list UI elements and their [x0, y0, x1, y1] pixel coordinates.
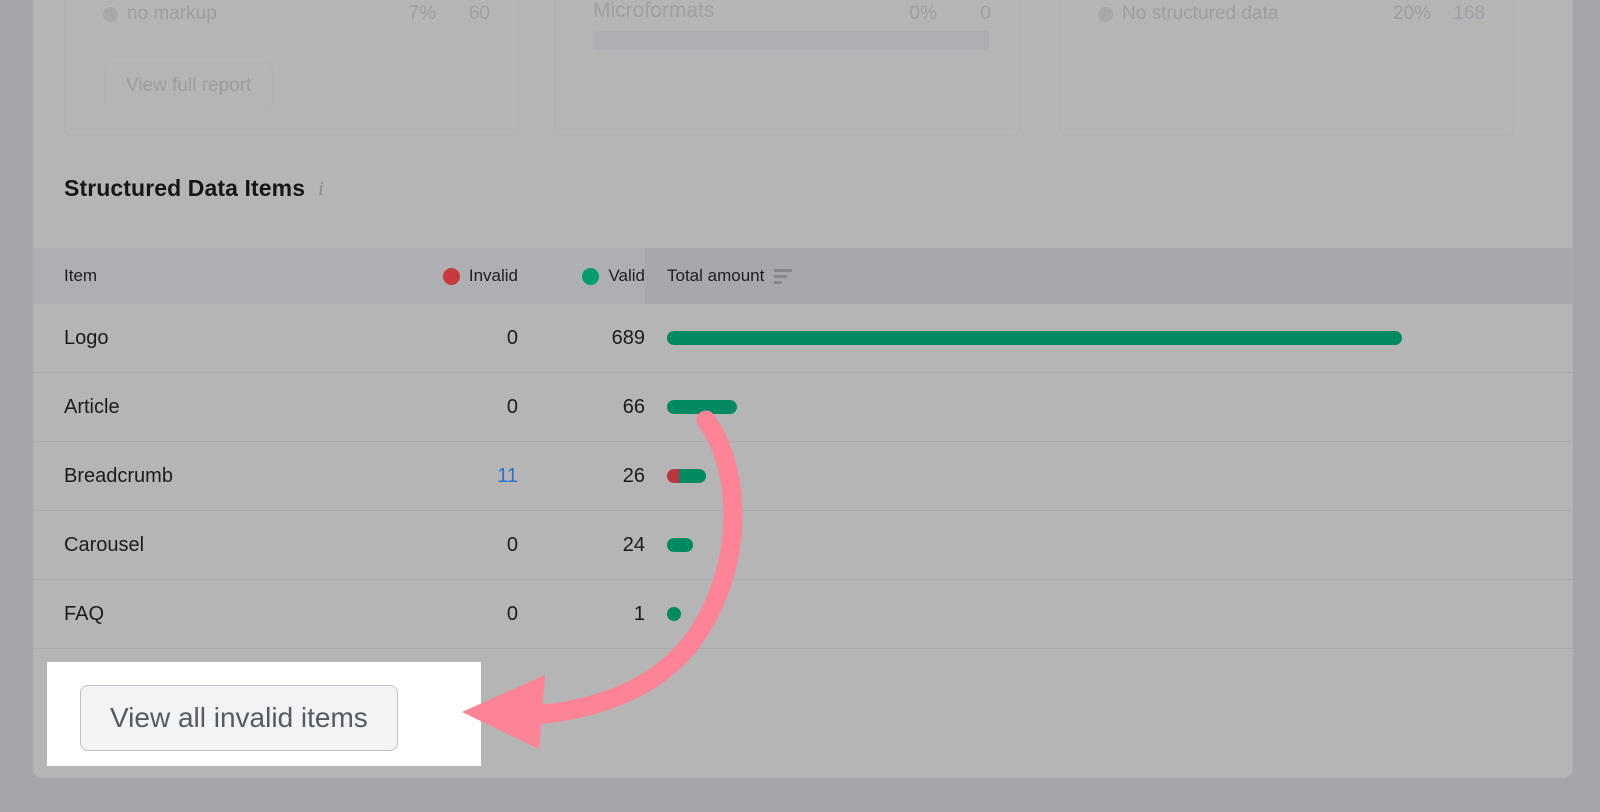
column-header-invalid-label: Invalid: [469, 266, 518, 286]
cell-total-amount-bar: [645, 538, 1573, 552]
table-row: Breadcrumb1126: [33, 442, 1573, 511]
view-all-invalid-items-button[interactable]: View all invalid items: [80, 685, 398, 751]
table-row: Article066: [33, 373, 1573, 442]
column-header-invalid[interactable]: Invalid: [388, 266, 518, 286]
total-amount-bar: [667, 607, 681, 621]
legend-dot-icon: [103, 7, 118, 22]
legend-row-no-structured-data: No structured data 20% 168: [1098, 3, 1485, 25]
info-icon[interactable]: i: [318, 179, 324, 199]
legend-dot-icon: [1098, 7, 1113, 22]
cell-invalid-count: 0: [388, 534, 518, 557]
column-header-total-amount-label: Total amount: [667, 266, 764, 286]
section-header: Structured Data Items i: [64, 175, 324, 202]
cell-total-amount-bar: [645, 400, 1573, 414]
cell-total-amount-bar: [645, 607, 1573, 621]
table-body: Logo0689Article066Breadcrumb1126Carousel…: [33, 304, 1573, 649]
cell-total-amount-bar: [645, 469, 1573, 483]
legend-percent: 7%: [409, 3, 436, 25]
cell-item-name: Carousel: [33, 534, 388, 557]
legend-percent: 20%: [1393, 3, 1431, 25]
cell-invalid-count: 0: [388, 603, 518, 626]
screenshot-root: no markup 7% 60 View full report Microfo…: [0, 0, 1600, 812]
bar-segment-valid: [667, 538, 693, 552]
legend-count: 168: [1431, 3, 1485, 25]
total-amount-bar: [667, 469, 706, 483]
microformats-bar-placeholder: [593, 31, 989, 50]
table-row: Logo0689: [33, 304, 1573, 373]
total-amount-bar: [667, 400, 737, 414]
cell-item-name: Breadcrumb: [33, 465, 388, 488]
cell-item-name: Article: [33, 396, 388, 419]
structured-data-table: Item Invalid Valid Total amount Logo0689…: [33, 248, 1573, 649]
cell-valid-count: 24: [518, 534, 645, 557]
column-header-valid-label: Valid: [608, 266, 645, 286]
cell-item-name: Logo: [33, 327, 388, 350]
table-row: FAQ01: [33, 580, 1573, 649]
microformats-count: 0: [937, 3, 991, 25]
cell-total-amount-bar: [645, 331, 1573, 345]
microformats-card: Microformats 0% 0: [554, 0, 1020, 136]
microformats-values: 0% 0: [841, 3, 991, 25]
cell-valid-count: 1: [518, 603, 645, 626]
column-header-valid[interactable]: Valid: [518, 266, 645, 286]
valid-dot-icon: [582, 268, 599, 285]
structured-data-items-card: Structured Data Items i Item Invalid Val…: [33, 144, 1573, 778]
cell-invalid-count[interactable]: 11: [388, 465, 518, 488]
bar-segment-valid: [667, 331, 1402, 345]
microformats-percent: 0%: [910, 3, 937, 25]
bar-segment-valid: [679, 469, 707, 483]
bar-segment-invalid: [667, 469, 679, 483]
column-header-item[interactable]: Item: [33, 266, 388, 286]
no-structured-data-card: No structured data 20% 168: [1059, 0, 1514, 136]
cell-item-name: FAQ: [33, 603, 388, 626]
microformats-title: Microformats: [593, 0, 714, 23]
legend-count: 60: [436, 3, 490, 25]
cell-valid-count: 689: [518, 327, 645, 350]
view-full-report-button[interactable]: View full report: [104, 63, 273, 109]
bar-segment-valid: [667, 400, 737, 414]
page-title: Structured Data Items: [64, 175, 305, 202]
cell-invalid-count: 0: [388, 396, 518, 419]
total-amount-bar: [667, 331, 1402, 345]
legend-row-no-markup: no markup 7% 60: [103, 3, 490, 25]
invalid-dot-icon: [443, 268, 460, 285]
legend-label: no markup: [127, 3, 217, 25]
table-row: Carousel024: [33, 511, 1573, 580]
table-header-row: Item Invalid Valid Total amount: [33, 248, 1573, 304]
overview-cards-region: no markup 7% 60 View full report Microfo…: [33, 0, 1573, 144]
legend-label: No structured data: [1122, 3, 1278, 25]
column-header-total-amount[interactable]: Total amount: [645, 248, 1573, 304]
cell-valid-count: 66: [518, 396, 645, 419]
cell-invalid-count: 0: [388, 327, 518, 350]
bar-segment-valid: [667, 607, 681, 621]
total-amount-bar: [667, 538, 693, 552]
markup-types-card: no markup 7% 60 View full report: [64, 0, 519, 136]
sort-descending-icon[interactable]: [774, 269, 792, 284]
cell-valid-count: 26: [518, 465, 645, 488]
